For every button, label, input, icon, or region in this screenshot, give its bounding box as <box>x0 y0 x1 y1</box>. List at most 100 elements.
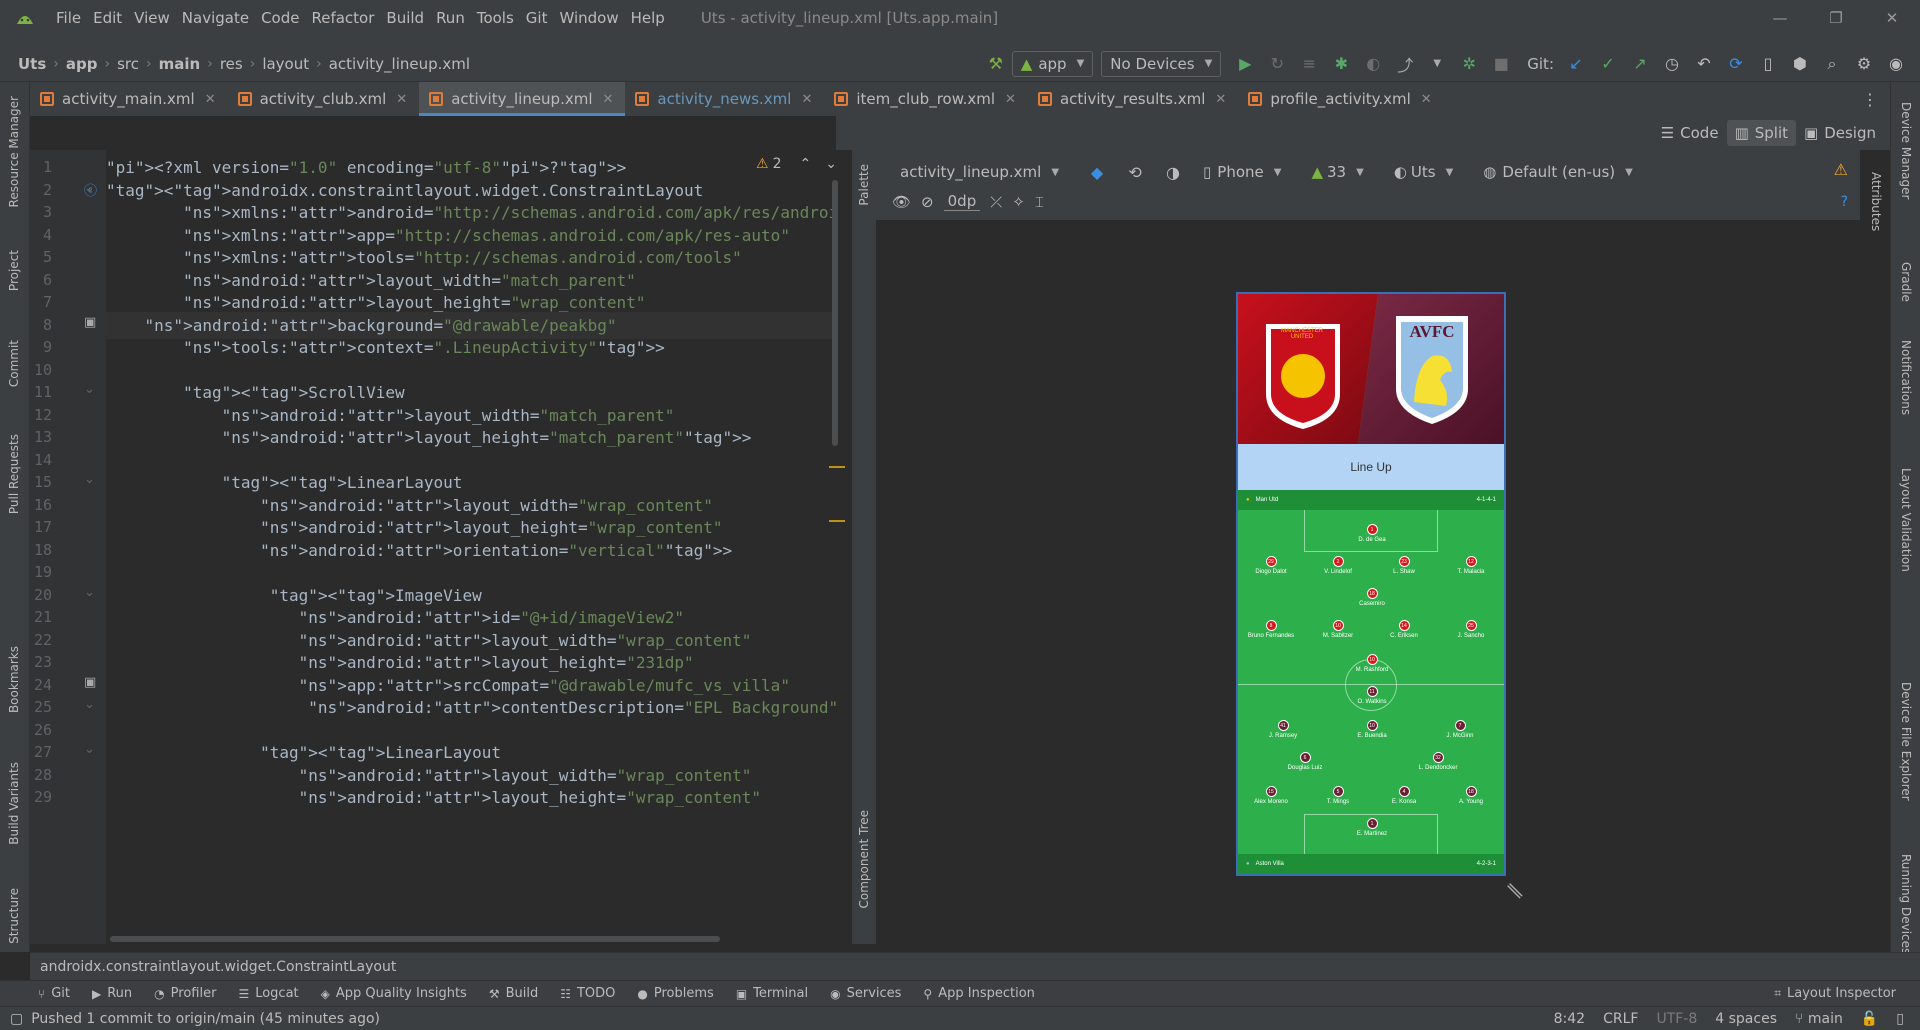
apply-code-changes-icon[interactable]: ≡ <box>1296 51 1322 77</box>
close-tab-icon[interactable]: ✕ <box>1215 92 1226 107</box>
debug-icon[interactable]: ✱ <box>1328 51 1354 77</box>
tab-activity-club[interactable]: activity_club.xml ✕ <box>228 82 420 116</box>
tab-activity-lineup[interactable]: activity_lineup.xml ✕ <box>419 82 626 116</box>
tool-commit[interactable]: Commit <box>7 340 21 387</box>
editor-horizontal-scrollbar[interactable] <box>110 936 720 942</box>
sync-gradle-icon[interactable]: ⟳ <box>1723 51 1749 77</box>
menu-edit[interactable]: Edit <box>87 9 128 27</box>
theme-select[interactable]: ◐ Uts ▼ <box>1385 159 1462 185</box>
menu-build[interactable]: Build <box>380 9 430 27</box>
tool-gradle[interactable]: Gradle <box>1899 262 1913 302</box>
bug-icon[interactable]: ✲ <box>1456 51 1482 77</box>
help-icon[interactable]: ? <box>1841 194 1848 210</box>
history-icon[interactable]: ◷ <box>1659 51 1685 77</box>
close-tab-icon[interactable]: ✕ <box>1421 92 1432 107</box>
clear-constraints-icon[interactable]: ⤫ <box>990 193 1002 211</box>
menu-help[interactable]: Help <box>625 9 671 27</box>
xml-breadcrumb-bar[interactable]: androidx.constraintlayout.widget.Constra… <box>30 952 1920 980</box>
close-tab-icon[interactable]: ✕ <box>205 92 216 107</box>
close-tab-icon[interactable]: ✕ <box>603 92 614 107</box>
tool-build-variants[interactable]: Build Variants <box>7 762 21 845</box>
fold-icon[interactable]: ⌄ <box>84 742 95 757</box>
minimize-icon[interactable]: — <box>1752 0 1808 36</box>
build-hammer-icon[interactable]: ⚒ <box>983 51 1009 77</box>
code-editor[interactable]: "pi"><?xml version="1.0" encoding="utf-8… <box>106 150 836 944</box>
tool-bookmarks[interactable]: Bookmarks <box>7 646 21 713</box>
menu-file[interactable]: File <box>50 9 87 27</box>
drawable-preview-icon[interactable]: ▣ <box>84 675 96 690</box>
menu-tools[interactable]: Tools <box>471 9 520 27</box>
search-icon[interactable]: ⌕ <box>1819 51 1845 77</box>
warning-marker[interactable] <box>829 466 845 468</box>
guidelines-icon[interactable]: ⌶ <box>1035 193 1044 211</box>
tool-git[interactable]: ⑂ Git <box>38 986 70 1001</box>
editor-vertical-scrollbar[interactable] <box>832 180 838 446</box>
prev-highlight-icon[interactable]: ⌃ <box>799 156 811 172</box>
tool-profiler[interactable]: ◔ Profiler <box>154 986 216 1001</box>
menu-git[interactable]: Git <box>520 9 554 27</box>
default-margin-field[interactable]: 0dp <box>943 192 981 211</box>
crumb-src[interactable]: src <box>113 55 143 73</box>
autoconnect-icon[interactable]: ⊘ <box>921 193 934 211</box>
crumb-project[interactable]: Uts <box>14 55 50 73</box>
inspection-widget[interactable]: ⚠ 2 ⌃ ⌄ <box>756 156 837 172</box>
tool-pull-requests[interactable]: Pull Requests <box>7 434 21 514</box>
rollback-icon[interactable]: ↶ <box>1691 51 1717 77</box>
layout-file-select[interactable]: activity_lineup.xml ▼ <box>892 159 1068 185</box>
fold-icon[interactable]: ⌄ <box>84 382 95 397</box>
memory-indicator-icon[interactable]: ▯ <box>1896 1011 1904 1027</box>
device-select[interactable]: No Devices ▼ <box>1101 50 1222 77</box>
tool-layout-inspector[interactable]: ⌗ Layout Inspector <box>1774 986 1896 1001</box>
api-level-select[interactable]: ▲ 33 ▼ <box>1303 159 1372 185</box>
status-message[interactable]: Pushed 1 commit to origin/main (45 minut… <box>31 1011 380 1027</box>
crumb-layout[interactable]: layout <box>258 55 313 73</box>
git-branch-widget[interactable]: ⑂ main <box>1795 1011 1843 1027</box>
crumb-module[interactable]: app <box>62 55 102 73</box>
menu-view[interactable]: View <box>128 9 176 27</box>
device-preview-select[interactable]: ▯ Phone ▼ <box>1195 159 1290 185</box>
next-highlight-icon[interactable]: ⌄ <box>825 156 837 172</box>
tool-attributes[interactable]: Attributes <box>1869 172 1883 231</box>
tool-todo[interactable]: ☷ TODO <box>560 986 615 1001</box>
caret-position[interactable]: 8:42 <box>1554 1011 1585 1027</box>
view-options-icon[interactable]: 👁 <box>892 193 911 211</box>
warning-icon[interactable]: ⚠ <box>1834 160 1848 179</box>
tool-build[interactable]: ⚒ Build <box>489 986 538 1001</box>
infer-constraints-icon[interactable]: ✧ <box>1012 193 1025 211</box>
tab-item-club-row[interactable]: item_club_row.xml ✕ <box>824 82 1028 116</box>
tool-project[interactable]: Project <box>7 250 21 291</box>
profile-icon[interactable]: ◐ <box>1360 51 1386 77</box>
close-icon[interactable]: ✕ <box>1864 0 1920 36</box>
tool-terminal[interactable]: ▣ Terminal <box>736 986 808 1001</box>
tool-problems[interactable]: ● Problems <box>637 986 713 1001</box>
settings-gear-icon[interactable]: ⚙ <box>1851 51 1877 77</box>
tool-run[interactable]: ▶ Run <box>92 986 132 1001</box>
account-icon[interactable]: ◉ <box>1883 51 1909 77</box>
component-tree-tab[interactable]: Component Tree <box>857 810 871 908</box>
file-encoding[interactable]: UTF-8 <box>1656 1011 1697 1027</box>
menu-navigate[interactable]: Navigate <box>176 9 255 27</box>
warning-marker[interactable] <box>829 520 845 522</box>
split-view-button[interactable]: ▥ Split <box>1726 120 1797 146</box>
menu-window[interactable]: Window <box>553 9 624 27</box>
design-surface-icon[interactable]: ◆ <box>1084 159 1110 185</box>
design-view-button[interactable]: ▣ Design <box>1796 120 1884 146</box>
status-toggle-icon[interactable]: ▢ <box>10 1011 23 1027</box>
fold-icon[interactable]: ⌄ <box>84 697 95 712</box>
tool-device-file-explorer[interactable]: Device File Explorer <box>1899 682 1913 801</box>
restore-icon[interactable]: ❐ <box>1808 0 1864 36</box>
device-manager-icon[interactable]: ▯ <box>1755 51 1781 77</box>
tool-running-devices[interactable]: Running Devices <box>1899 854 1913 954</box>
fold-icon[interactable]: ⌄ <box>84 585 95 600</box>
tool-app-inspection[interactable]: ⚲ App Inspection <box>923 986 1034 1001</box>
run-config-select[interactable]: ▲ app ▼ <box>1011 50 1094 77</box>
git-push-icon[interactable]: ↗ <box>1627 51 1653 77</box>
tab-activity-news[interactable]: activity_news.xml ✕ <box>625 82 824 116</box>
git-commit-icon[interactable]: ✓ <box>1595 51 1621 77</box>
apply-changes-icon[interactable]: ↻ <box>1264 51 1290 77</box>
tab-activity-results[interactable]: activity_results.xml ✕ <box>1028 82 1238 116</box>
sdk-manager-icon[interactable]: ⬢ <box>1787 51 1813 77</box>
tool-services[interactable]: ◉ Services <box>830 986 901 1001</box>
lock-icon[interactable]: 🔓 <box>1861 1011 1878 1027</box>
menu-refactor[interactable]: Refactor <box>305 9 380 27</box>
